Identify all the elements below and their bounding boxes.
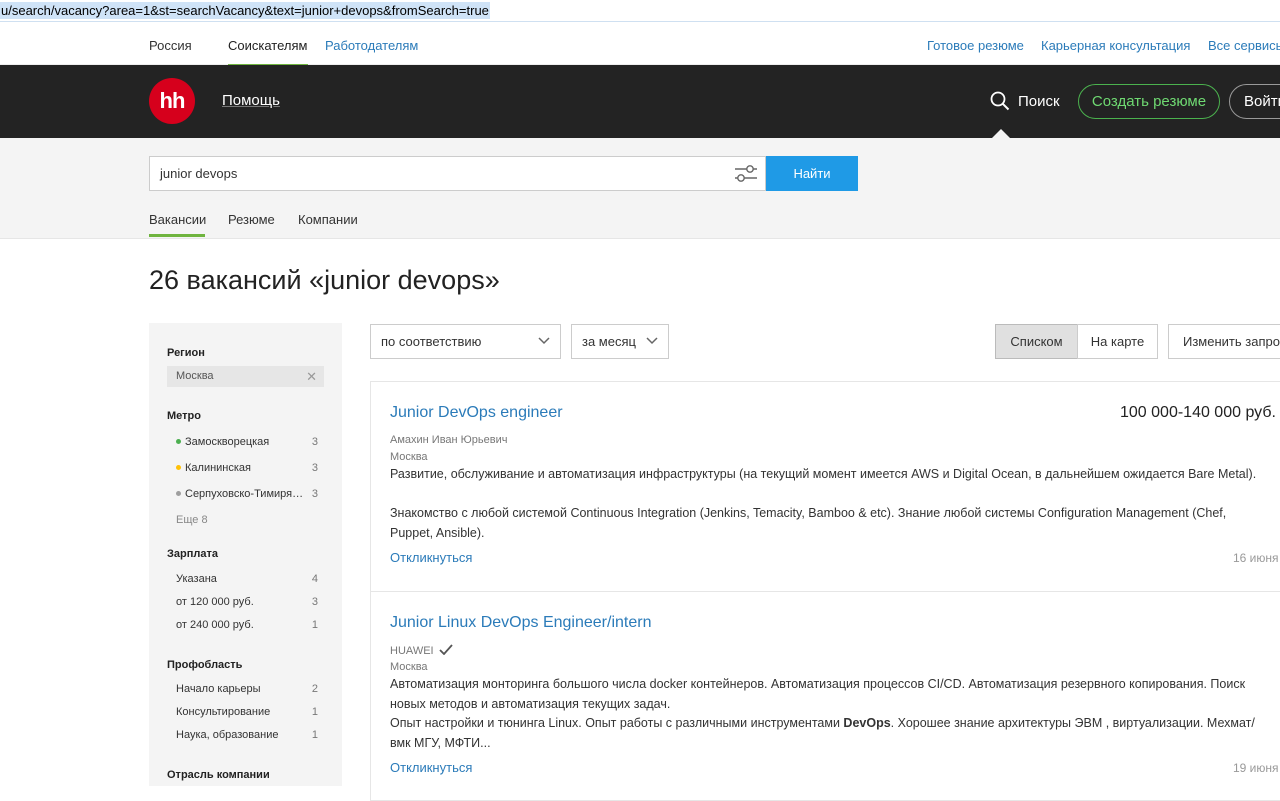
help-link[interactable]: Помощь: [222, 92, 280, 109]
login-button[interactable]: Войти: [1229, 84, 1280, 119]
metro-item-label: Серпуховско-Тимирязевская: [185, 488, 304, 500]
metro-item-label: Замоскворецкая: [185, 436, 270, 448]
active-tab-underline: [149, 234, 205, 237]
region-heading: Регион: [167, 347, 205, 359]
vacancy-card: Junior DevOps engineer 100 000-140 000 р…: [370, 381, 1280, 592]
search-icon: [990, 91, 1010, 111]
filters-sidebar: Регион Москва ✕ Метро Замоскворецкая 3 К…: [149, 323, 342, 786]
vacancy-employer-link[interactable]: HUAWEI: [390, 644, 453, 657]
metro-line-dot: [176, 439, 181, 444]
page-title: 26 вакансий «junior devops»: [149, 265, 500, 295]
period-select[interactable]: за месяц: [571, 324, 669, 359]
vacancy-title-link[interactable]: Junior DevOps engineer: [390, 404, 563, 422]
prof-item[interactable]: Консультирование: [176, 706, 316, 718]
chevron-down-icon: [646, 337, 658, 345]
view-list-button[interactable]: Списком: [995, 324, 1078, 359]
vacancy-responsibility: Развитие, обслуживание и автоматизация и…: [390, 467, 1257, 481]
requirement-text: Опыт настройки и тюнинга Linux. Опыт раб…: [390, 716, 844, 730]
search-nav-label: Поиск: [1018, 92, 1060, 110]
vacancy-city: Москва: [390, 451, 428, 463]
metro-heading: Метро: [167, 410, 201, 422]
browser-url-bar[interactable]: u/search/vacancy?area=1&st=searchVacancy…: [0, 0, 1280, 22]
period-select-value: за месяц: [582, 334, 636, 349]
vacancy-title-link[interactable]: Junior Linux DevOps Engineer/intern: [390, 614, 651, 632]
search-panel: junior devops Найти Вакансии Резюме Комп…: [0, 138, 1280, 239]
metro-item[interactable]: Калининская: [176, 462, 316, 474]
highlight-keyword: DevOps: [843, 716, 891, 730]
metro-item-label: Калининская: [185, 462, 252, 474]
employer-name: HUAWEI: [390, 645, 434, 657]
prof-item[interactable]: Начало карьеры: [176, 683, 316, 695]
region-chip-label: Москва: [176, 370, 214, 382]
find-button[interactable]: Найти: [766, 156, 858, 191]
industry-heading: Отрасль компании: [167, 769, 270, 781]
url-text[interactable]: u/search/vacancy?area=1&st=searchVacancy…: [0, 2, 490, 19]
vacancy-city: Москва: [390, 661, 428, 673]
filter-icon[interactable]: [733, 163, 759, 185]
salary-heading: Зарплата: [167, 548, 218, 560]
view-map-button[interactable]: На карте: [1077, 324, 1158, 359]
hh-logo[interactable]: hh: [149, 78, 195, 124]
search-nav-button[interactable]: Поиск: [990, 91, 1060, 111]
metro-more-link[interactable]: Еще 8: [176, 514, 316, 526]
vacancy-employer-link[interactable]: Амахин Иван Юрьевич: [390, 434, 507, 446]
vacancy-date: 16 июня: [1233, 551, 1279, 565]
job-seekers-link[interactable]: Соискателям: [228, 38, 307, 53]
vacancy-card: Junior Linux DevOps Engineer/intern HUAW…: [370, 591, 1280, 801]
header: hh Помощь Поиск Создать резюме Войти: [0, 65, 1280, 138]
tab-companies[interactable]: Компании: [298, 212, 358, 227]
vacancy-date: 19 июня: [1233, 761, 1279, 775]
subnav: Россия Соискателям Работодателям Готовое…: [0, 22, 1280, 66]
region-link[interactable]: Россия: [149, 38, 192, 53]
search-input[interactable]: junior devops: [149, 156, 766, 191]
tab-resumes[interactable]: Резюме: [228, 212, 275, 227]
create-resume-button[interactable]: Создать резюме: [1078, 84, 1220, 119]
prof-heading: Профобласть: [167, 659, 243, 671]
vacancy-requirement: Знакомство с любой системой Continuous I…: [390, 506, 1227, 540]
salary-item[interactable]: от 120 000 руб.: [176, 596, 316, 608]
vacancy-responsibility: Автоматизация монторинга большого числа …: [390, 677, 1246, 711]
chevron-down-icon: [538, 337, 550, 345]
salary-item-count: 1: [311, 619, 318, 631]
metro-item[interactable]: Замоскворецкая: [176, 436, 316, 448]
salary-item-count: 4: [311, 573, 318, 585]
apply-link[interactable]: Откликнуться: [390, 760, 472, 775]
apply-link[interactable]: Откликнуться: [390, 550, 472, 565]
salary-item[interactable]: Указана: [176, 573, 316, 585]
prof-item[interactable]: Наука, образование: [176, 729, 316, 741]
metro-line-dot: [176, 491, 181, 496]
career-consult-link[interactable]: Карьерная консультация: [1041, 38, 1190, 53]
metro-item[interactable]: Серпуховско-Тимирязевская: [176, 488, 304, 500]
metro-line-dot: [176, 465, 181, 470]
ready-resume-link[interactable]: Готовое резюме: [927, 38, 1024, 53]
edit-query-button[interactable]: Изменить запрос: [1168, 324, 1280, 359]
salary-item[interactable]: от 240 000 руб.: [176, 619, 316, 631]
verified-check-icon: [439, 644, 453, 656]
prof-item-count: 1: [311, 706, 318, 718]
metro-item-count: 3: [311, 462, 318, 474]
search-caret: [992, 129, 1010, 138]
metro-item-count: 3: [311, 488, 318, 500]
sort-select-value: по соответствию: [381, 334, 482, 349]
sort-select[interactable]: по соответствию: [370, 324, 561, 359]
tab-vacancies[interactable]: Вакансии: [149, 212, 206, 227]
region-chip[interactable]: Москва ✕: [167, 366, 324, 387]
close-icon[interactable]: ✕: [306, 366, 317, 387]
vacancy-salary: 100 000-140 000 руб.: [1120, 404, 1276, 421]
employers-link[interactable]: Работодателям: [325, 38, 418, 53]
vacancy-requirement: Опыт настройки и тюнинга Linux. Опыт раб…: [390, 714, 1260, 753]
metro-item-count: 3: [311, 436, 318, 448]
salary-item-count: 3: [311, 596, 318, 608]
prof-item-count: 2: [311, 683, 318, 695]
prof-item-count: 1: [311, 729, 318, 741]
all-services-link[interactable]: Все сервисы: [1208, 38, 1280, 53]
